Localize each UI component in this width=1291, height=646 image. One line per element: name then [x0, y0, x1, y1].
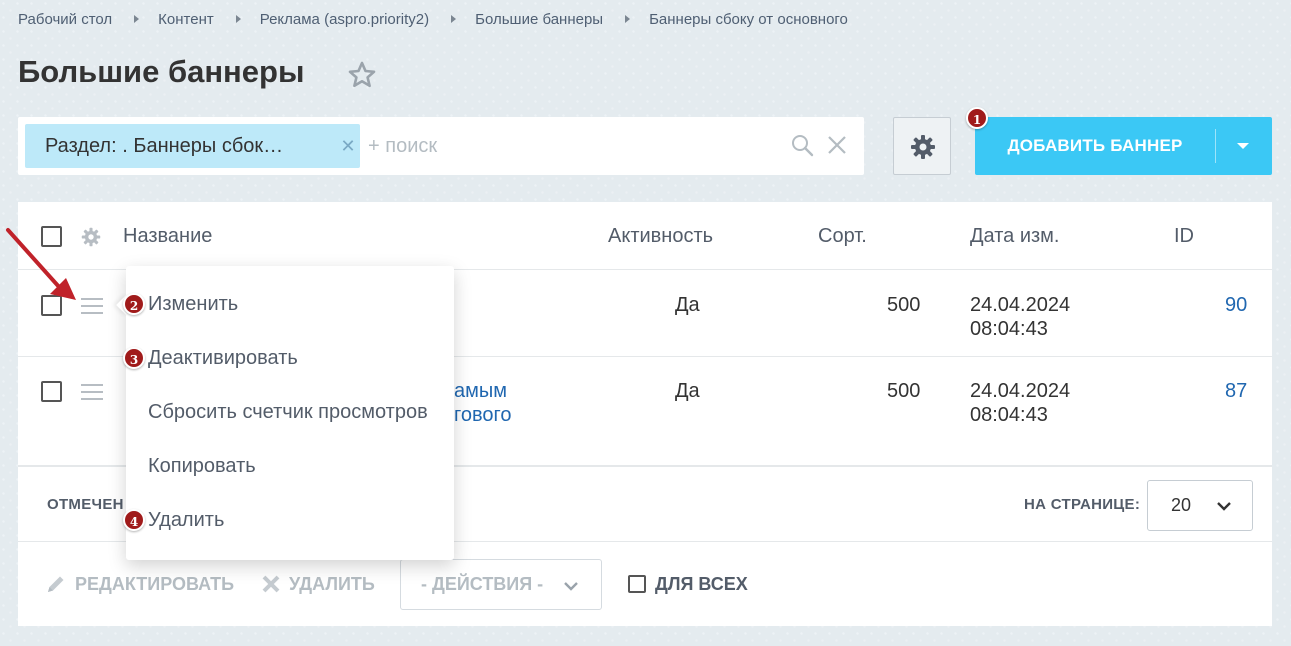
star-icon[interactable]: [347, 60, 377, 88]
menu-item-reset-views-label: Сбросить счетчик просмотров: [148, 401, 428, 423]
breadcrumb-separator-icon: [451, 15, 457, 23]
clear-search-icon[interactable]: [826, 134, 848, 156]
cell-active: Да: [675, 380, 700, 402]
menu-item-deactivate-label: Деактивировать: [148, 347, 298, 369]
cell-sort: 500: [887, 294, 921, 316]
column-header-name[interactable]: Название: [123, 202, 212, 270]
gear-icon: [911, 135, 935, 159]
add-banner-label: ДОБАВИТЬ БАННЕР: [1007, 136, 1183, 155]
cell-name-link-line1[interactable]: амым: [454, 379, 507, 403]
breadcrumb-separator-icon: [625, 15, 631, 23]
page-title: Большие баннеры: [18, 54, 305, 89]
filter-chip-label: Раздел: . Баннеры сбок…: [45, 135, 284, 157]
menu-item-copy[interactable]: Копировать: [126, 444, 454, 488]
filter-chip-remove-icon[interactable]: ✕: [337, 135, 359, 157]
filter-chip[interactable]: Раздел: . Баннеры сбок… ✕: [25, 124, 360, 168]
breadcrumb-separator-icon: [134, 15, 140, 23]
selected-count-label: ОТМЕЧЕН: [47, 496, 124, 513]
cell-time: 08:04:43: [970, 404, 1048, 426]
pencil-icon: [48, 576, 64, 592]
menu-item-delete[interactable]: 4 Удалить: [123, 498, 454, 542]
breadcrumb-item-ads[interactable]: Реклама (aspro.priority2): [260, 11, 429, 28]
row-menu-hamburger-icon[interactable]: [81, 384, 103, 400]
menu-item-reset-views[interactable]: Сбросить счетчик просмотров: [126, 390, 454, 434]
filter-search-bar[interactable]: Раздел: . Баннеры сбок… ✕: [18, 117, 864, 175]
add-banner-button[interactable]: ДОБАВИТЬ БАННЕР: [975, 117, 1272, 175]
page-size-select[interactable]: 20: [1147, 480, 1253, 531]
menu-item-edit-label: Изменить: [148, 293, 239, 315]
cell-id-link[interactable]: 87: [1225, 379, 1247, 403]
cell-date: 24.04.2024: [970, 380, 1071, 402]
for-all-checkbox[interactable]: ДЛЯ ВСЕХ: [628, 543, 748, 625]
breadcrumb-item-side-banners[interactable]: Баннеры сбоку от основного: [649, 11, 848, 28]
menu-item-copy-label: Копировать: [148, 455, 256, 477]
step-badge-2: 2: [123, 293, 145, 315]
breadcrumb-item-big-banners[interactable]: Большие баннеры: [475, 11, 603, 28]
search-icon[interactable]: [790, 133, 814, 157]
chevron-down-icon[interactable]: [1216, 117, 1272, 175]
actions-select-label: - ДЕЙСТВИЯ -: [421, 574, 544, 594]
cell-time: 08:04:43: [970, 318, 1048, 340]
chevron-down-icon: [1217, 502, 1231, 511]
menu-item-deactivate[interactable]: 3 Деактивировать: [123, 336, 454, 380]
breadcrumb-separator-icon: [235, 15, 241, 23]
cell-active: Да: [675, 294, 700, 316]
column-header-date[interactable]: Дата изм.: [970, 202, 1060, 270]
breadcrumb-item-desktop[interactable]: Рабочий стол: [18, 11, 112, 28]
settings-button[interactable]: [893, 117, 951, 175]
cell-id-link[interactable]: 90: [1225, 293, 1247, 317]
row-checkbox[interactable]: [41, 381, 62, 402]
menu-item-delete-label: Удалить: [148, 509, 225, 531]
cell-name-link-line2[interactable]: гового: [454, 403, 511, 427]
column-header-id[interactable]: ID: [1174, 202, 1194, 270]
row-context-menu: 2 Изменить 3 Деактивировать Сбросить сче…: [123, 266, 454, 560]
step-badge-4: 4: [123, 509, 145, 531]
annotation-arrow-icon: [6, 228, 76, 300]
cell-sort: 500: [887, 380, 921, 402]
menu-item-edit[interactable]: 2 Изменить: [123, 282, 454, 326]
breadcrumb: Рабочий стол Контент Реклама (aspro.prio…: [18, 9, 848, 29]
table-header: Название Активность Сорт. Дата изм. ID: [18, 202, 1272, 270]
cell-date: 24.04.2024: [970, 294, 1071, 316]
step-badge-1: 1: [966, 107, 988, 129]
per-page-label: НА СТРАНИЦЕ:: [1024, 496, 1141, 513]
chevron-down-icon: [564, 582, 578, 591]
step-badge-3: 3: [123, 347, 145, 369]
for-all-checkbox-box[interactable]: [628, 575, 646, 593]
page-size-value: 20: [1171, 495, 1192, 515]
column-header-active[interactable]: Активность: [608, 202, 713, 270]
close-icon: [262, 575, 280, 593]
actions-select[interactable]: - ДЕЙСТВИЯ -: [400, 559, 602, 610]
search-input[interactable]: [368, 131, 768, 161]
for-all-label: ДЛЯ ВСЕХ: [655, 574, 748, 594]
breadcrumb-item-content[interactable]: Контент: [158, 11, 214, 28]
column-header-sort[interactable]: Сорт.: [818, 202, 867, 270]
